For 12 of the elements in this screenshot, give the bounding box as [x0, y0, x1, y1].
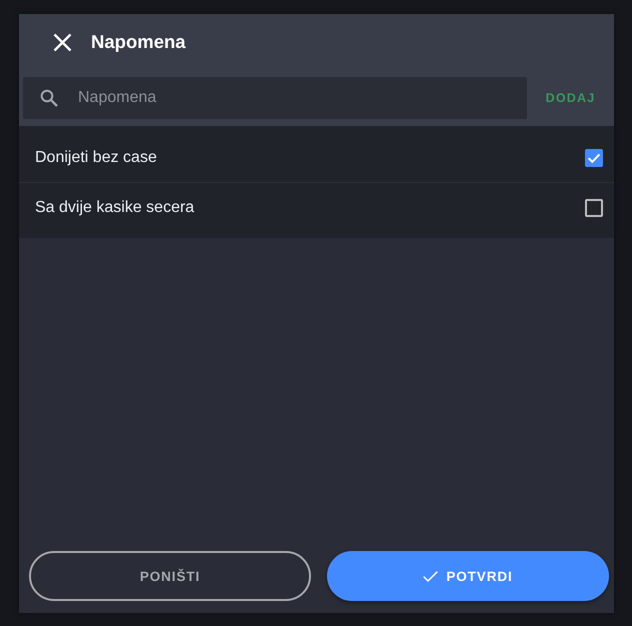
confirm-button[interactable]: POTVRDI — [327, 551, 609, 601]
search-icon — [40, 89, 58, 107]
cancel-button[interactable]: PONIŠTI — [29, 551, 311, 601]
dialog-title: Napomena — [91, 31, 186, 53]
close-icon[interactable] — [53, 32, 72, 52]
search-field[interactable]: Napomena — [23, 77, 527, 119]
checkbox[interactable] — [585, 148, 603, 166]
check-icon — [423, 570, 438, 582]
note-label: Donijeti bez case — [35, 148, 158, 166]
add-button[interactable]: DODAJ — [544, 87, 598, 109]
checkbox[interactable] — [585, 198, 603, 216]
note-label: Sa dvije kasike secera — [35, 198, 196, 216]
